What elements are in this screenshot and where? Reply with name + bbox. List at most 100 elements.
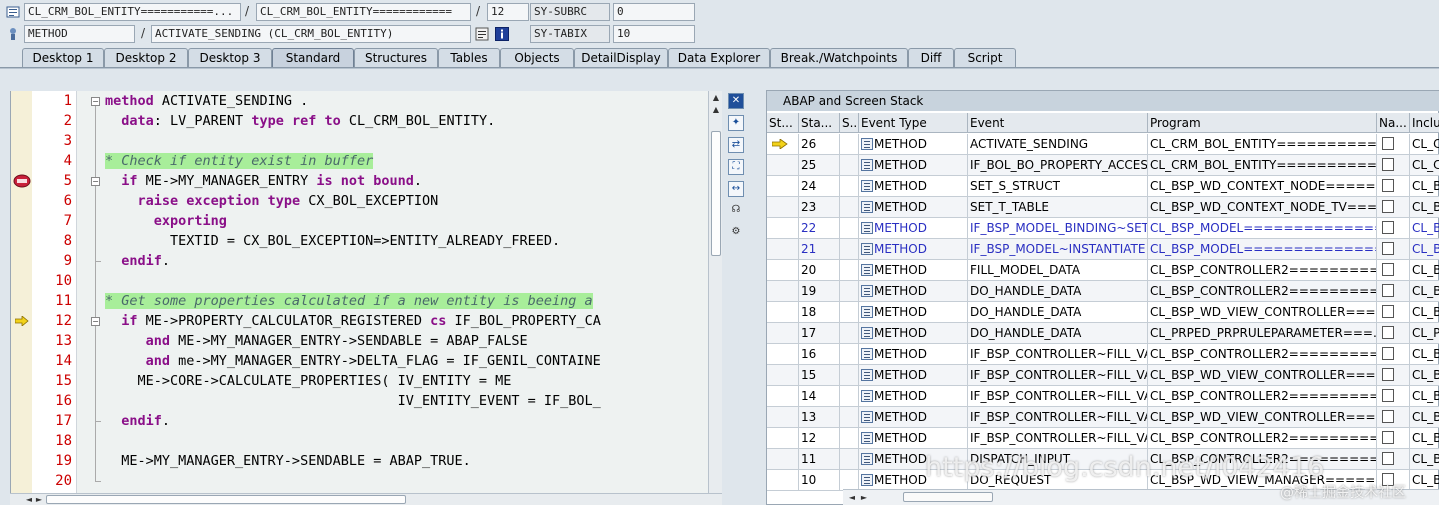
tab-standard[interactable]: Standard xyxy=(272,48,354,68)
breakpoint-icon[interactable] xyxy=(13,174,31,188)
tab-objects[interactable]: Objects xyxy=(500,48,574,68)
navigate-source-icon[interactable] xyxy=(1382,263,1394,276)
tab-diff[interactable]: Diff xyxy=(908,48,954,68)
tab-break-watchpoints[interactable]: Break./Watchpoints xyxy=(770,48,908,68)
code-line[interactable]: IV_ENTITY_EVENT = IF_BOL_ xyxy=(105,391,601,411)
code-line[interactable]: data: LV_PARENT type ref to CL_CRM_BOL_E… xyxy=(105,111,495,131)
swap-icon[interactable]: ↔ xyxy=(728,181,744,197)
stack-row[interactable]: 16 METHOD IF_BSP_CONTROLLER~FILL_VA... CL_B… xyxy=(767,344,1439,365)
stack-row[interactable]: 12 METHOD IF_BSP_CONTROLLER~FILL_VA... CL_B… xyxy=(767,428,1439,449)
navigate-source-icon[interactable] xyxy=(1382,242,1394,255)
line-field[interactable]: 12 xyxy=(487,3,529,21)
navigate-source-icon[interactable] xyxy=(1382,326,1394,339)
tab-detail-display[interactable]: DetailDisplay xyxy=(574,48,668,68)
stack-row[interactable]: 17 METHOD DO_HANDLE_DATA CL_PRPED_PRPRULEPA… xyxy=(767,323,1439,344)
code-line[interactable]: raise exception type CX_BOL_EXCEPTION xyxy=(105,191,439,211)
source-code-editor[interactable]: method ACTIVATE_SENDING . data: LV_PAREN… xyxy=(76,91,708,493)
tab-script[interactable]: Script xyxy=(954,48,1016,68)
new-tool-icon[interactable]: ✦ xyxy=(728,115,744,131)
scroll-left-arrow-icon[interactable]: ◄ xyxy=(847,493,857,503)
code-line[interactable]: and me->MY_MANAGER_ENTRY->DELTA_FLAG = I… xyxy=(105,351,601,371)
info-icon[interactable] xyxy=(495,27,509,41)
stack-row[interactable]: 24 METHOD SET_S_STRUCT CL_BSP_WD_CONTEXT_NO… xyxy=(767,176,1439,197)
navigate-source-icon[interactable] xyxy=(1382,158,1394,171)
code-line[interactable]: ME->MY_MANAGER_ENTRY->SENDABLE = ABAP_TR… xyxy=(105,451,471,471)
code-line[interactable]: and ME->MY_MANAGER_ENTRY->SENDABLE = ABA… xyxy=(105,331,528,351)
stack-row[interactable]: 18 METHOD DO_HANDLE_DATA CL_BSP_WD_VIEW_CON… xyxy=(767,302,1439,323)
settings-icon[interactable]: ⚙ xyxy=(728,225,744,241)
scrollbar-thumb[interactable] xyxy=(46,495,406,504)
service-icon[interactable]: ☊ xyxy=(728,203,744,219)
stack-row[interactable]: 13 METHOD IF_BSP_CONTROLLER~FILL_VA... CL_B… xyxy=(767,407,1439,428)
breakpoint-gutter[interactable] xyxy=(10,91,32,493)
code-line[interactable]: method ACTIVATE_SENDING . xyxy=(105,91,308,111)
navigate-source-icon[interactable] xyxy=(1382,137,1394,150)
scroll-up-arrow-icon[interactable]: ▲ xyxy=(711,93,721,103)
navigate-source-icon[interactable] xyxy=(1382,284,1394,297)
scrollbar-thumb[interactable] xyxy=(711,131,721,256)
sysvar-value-field: 0 xyxy=(613,3,695,21)
stack-row[interactable]: 15 METHOD IF_BSP_CONTROLLER~FILL_VA... CL_B… xyxy=(767,365,1439,386)
fold-guide xyxy=(95,326,96,422)
tab-desktop-1[interactable]: Desktop 1 xyxy=(22,48,104,68)
code-line[interactable]: if ME->MY_MANAGER_ENTRY is not bound. xyxy=(105,171,422,191)
code-line[interactable]: TEXTID = CX_BOL_EXCEPTION=>ENTITY_ALREAD… xyxy=(105,231,560,251)
code-line[interactable]: if ME->PROPERTY_CALCULATOR_REGISTERED cs… xyxy=(105,311,601,331)
code-line[interactable]: * Check if entity exist in buffer xyxy=(105,151,374,171)
tab-desktop-3[interactable]: Desktop 3 xyxy=(188,48,272,68)
column-header-status[interactable]: St... xyxy=(767,113,799,133)
navigate-source-icon[interactable] xyxy=(1382,305,1394,318)
column-header-include[interactable]: Inclu xyxy=(1410,113,1439,133)
close-icon[interactable]: ✕ xyxy=(728,93,744,109)
column-header-event-type[interactable]: Event Type xyxy=(859,113,968,133)
event-name-field[interactable]: ACTIVATE_SENDING (CL_CRM_BOL_ENTITY) xyxy=(151,25,471,43)
stack-row[interactable]: 21 METHOD IF_BSP_MODEL~INSTANTIATE CL_BSP_M… xyxy=(767,239,1439,260)
fold-toggle-icon[interactable]: − xyxy=(91,177,100,186)
maximize-icon[interactable]: ⛶ xyxy=(728,159,744,175)
program-field[interactable]: CL_CRM_BOL_ENTITY===========... xyxy=(24,3,241,21)
scroll-left-arrow-icon[interactable]: ◄ xyxy=(24,495,34,505)
navigate-source-icon[interactable] xyxy=(1382,347,1394,360)
editor-horizontal-scrollbar[interactable]: ◄ ► xyxy=(10,493,722,505)
navigate-source-icon[interactable] xyxy=(1382,179,1394,192)
scroll-right-arrow-icon[interactable]: ► xyxy=(34,495,44,505)
stack-row[interactable]: 14 METHOD IF_BSP_CONTROLLER~FILL_VA... CL_B… xyxy=(767,386,1439,407)
navigate-source-icon[interactable] xyxy=(1382,368,1394,381)
stack-row[interactable]: 22 METHOD IF_BSP_MODEL_BINDING~SET... CL_BS… xyxy=(767,218,1439,239)
include-field[interactable]: CL_CRM_BOL_ENTITY============ xyxy=(256,3,471,21)
scroll-right-arrow-icon[interactable]: ► xyxy=(859,493,869,503)
column-header-level[interactable]: Sta... xyxy=(799,113,840,133)
tab-tables[interactable]: Tables xyxy=(438,48,500,68)
scroll-page-up-icon[interactable]: ▲ xyxy=(711,105,721,115)
code-line[interactable]: * Get some properties calculated if a ne… xyxy=(105,291,593,311)
navigate-source-icon[interactable] xyxy=(1382,431,1394,444)
stack-row[interactable]: 20 METHOD FILL_MODEL_DATA CL_BSP_CONTROLLER… xyxy=(767,260,1439,281)
stack-row[interactable]: 26 METHOD ACTIVATE_SENDING CL_CRM_BOL_ENTIT… xyxy=(767,134,1439,155)
replace-tool-icon[interactable]: ⇄ xyxy=(728,137,744,153)
navigate-source-icon[interactable] xyxy=(1382,389,1394,402)
column-header-navigate[interactable]: Na... xyxy=(1377,113,1410,133)
stack-row[interactable]: 23 METHOD SET_T_TABLE CL_BSP_WD_CONTEXT_NOD… xyxy=(767,197,1439,218)
code-line[interactable]: endif. xyxy=(105,251,170,271)
code-line[interactable]: exporting xyxy=(105,211,227,231)
code-line[interactable]: ME->CORE->CALCULATE_PROPERTIES( IV_ENTIT… xyxy=(105,371,512,391)
tab-desktop-2[interactable]: Desktop 2 xyxy=(104,48,188,68)
code-line[interactable]: endif. xyxy=(105,411,170,431)
fold-toggle-icon[interactable]: − xyxy=(91,97,100,106)
tab-data-explorer[interactable]: Data Explorer xyxy=(668,48,770,68)
navigate-source-icon[interactable] xyxy=(1382,221,1394,234)
navigate-source-icon[interactable] xyxy=(1382,200,1394,213)
navigate-source-icon[interactable] xyxy=(1382,452,1394,465)
column-header-program[interactable]: Program xyxy=(1148,113,1377,133)
display-source-icon[interactable] xyxy=(475,27,489,41)
scrollbar-thumb[interactable] xyxy=(903,492,993,502)
column-header-event[interactable]: Event xyxy=(968,113,1148,133)
stack-row[interactable]: 25 METHOD IF_BOL_BO_PROPERTY_ACCES... CL_CR… xyxy=(767,155,1439,176)
fold-toggle-icon[interactable]: − xyxy=(91,317,100,326)
navigate-source-icon[interactable] xyxy=(1382,410,1394,423)
tab-structures[interactable]: Structures xyxy=(354,48,438,68)
event-type-field[interactable]: METHOD xyxy=(24,25,135,43)
stack-row[interactable]: 19 METHOD DO_HANDLE_DATA CL_BSP_CONTROLLER2… xyxy=(767,281,1439,302)
editor-vertical-scrollbar[interactable]: ▲ ▲ xyxy=(708,91,722,493)
column-header-s[interactable]: S... xyxy=(840,113,859,133)
